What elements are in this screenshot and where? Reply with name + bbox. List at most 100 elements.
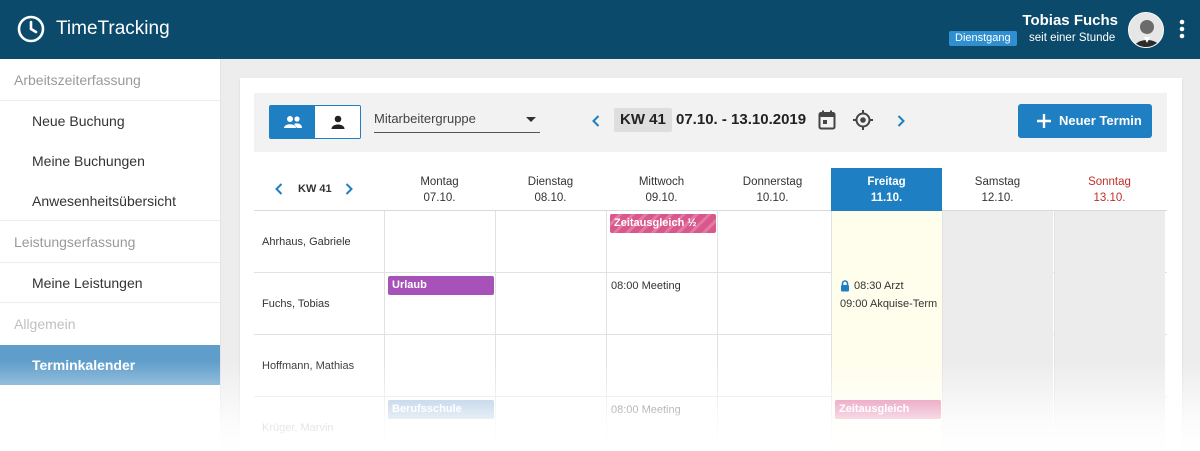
plus-icon bbox=[1037, 114, 1051, 128]
day-cell-weekend[interactable] bbox=[942, 397, 1053, 451]
event-arzt[interactable]: 08:30 Arzt bbox=[854, 280, 904, 292]
day-cell-weekend[interactable] bbox=[942, 335, 1053, 397]
day-date: 09.10. bbox=[645, 192, 678, 204]
day-date: 12.10. bbox=[981, 192, 1014, 204]
event-meeting[interactable]: 08:00 Meeting bbox=[611, 280, 681, 292]
event-meeting[interactable]: 08:00 Meeting bbox=[611, 404, 681, 416]
day-cell-today[interactable] bbox=[831, 335, 942, 397]
day-cell[interactable] bbox=[717, 335, 828, 397]
day-cell-weekend[interactable] bbox=[1054, 273, 1165, 335]
day-cell-weekend[interactable] bbox=[1054, 211, 1165, 273]
event-urlaub[interactable]: Urlaub bbox=[388, 276, 494, 295]
group-view-button[interactable] bbox=[270, 106, 315, 138]
person-icon bbox=[331, 115, 344, 129]
day-cell[interactable]: 08:00 Meeting bbox=[606, 273, 717, 335]
date-range: 07.10. - 13.10.2019 bbox=[676, 111, 807, 128]
next-week-small-icon[interactable] bbox=[345, 183, 353, 195]
sidebar-section-arbeitszeiterfassung: Arbeitszeiterfassung bbox=[0, 59, 220, 101]
employee-name[interactable]: Krüger, Marvin bbox=[262, 422, 334, 434]
day-date: 11.10. bbox=[870, 192, 903, 204]
day-cell[interactable] bbox=[717, 211, 828, 273]
day-header-donnerstag[interactable]: Donnerstag 10.10. bbox=[717, 168, 828, 211]
day-cell-weekend[interactable] bbox=[942, 273, 1053, 335]
lock-icon bbox=[841, 280, 849, 292]
more-vert-icon[interactable] bbox=[1177, 18, 1187, 40]
top-bar: TimeTracking Tobias Fuchs Dienstgang sei… bbox=[0, 0, 1200, 59]
day-cell[interactable]: Berufsschule bbox=[384, 397, 495, 451]
day-date: 07.10. bbox=[423, 192, 456, 204]
day-header-freitag[interactable]: Freitag 11.10. bbox=[831, 168, 942, 211]
day-header-sonntag[interactable]: Sonntag 13.10. bbox=[1054, 168, 1165, 211]
day-cell-weekend[interactable] bbox=[1054, 335, 1165, 397]
day-name: Samstag bbox=[974, 176, 1021, 188]
single-view-button[interactable] bbox=[315, 106, 360, 138]
clock-icon bbox=[17, 15, 45, 43]
employee-name[interactable]: Hoffmann, Mathias bbox=[262, 360, 354, 372]
day-cell[interactable] bbox=[384, 211, 495, 273]
status-time: seit einer Stunde bbox=[1029, 32, 1116, 44]
day-cell-today[interactable]: Zeitausgleich bbox=[831, 397, 942, 451]
calendar-row: Hoffmann, Mathias bbox=[254, 335, 1167, 397]
day-cell[interactable] bbox=[495, 211, 606, 273]
new-appointment-button[interactable]: Neuer Termin bbox=[1018, 104, 1152, 138]
day-date: 08.10. bbox=[534, 192, 567, 204]
sidebar-section-leistungserfassung: Leistungserfassung bbox=[0, 221, 220, 263]
prev-week-icon[interactable] bbox=[592, 115, 600, 127]
day-cell[interactable] bbox=[717, 397, 828, 451]
day-cell[interactable]: 08:00 Meeting bbox=[606, 397, 717, 451]
event-zeitausgleich-half[interactable]: Zeitausgleich ½ bbox=[610, 214, 716, 233]
event-zeitausgleich[interactable]: Zeitausgleich bbox=[835, 400, 941, 419]
day-cell[interactable] bbox=[495, 335, 606, 397]
calendar-grid: KW 41 Montag 07.10. Dienstag 08.10. Mitt… bbox=[254, 168, 1167, 451]
day-cell-today[interactable] bbox=[831, 211, 942, 273]
event-akquise[interactable]: 09:00 Akquise-Term bbox=[840, 298, 941, 310]
sidebar-item-meine-leistungen[interactable]: Meine Leistungen bbox=[0, 263, 220, 303]
user-photo bbox=[1129, 13, 1163, 47]
group-select-value: Mitarbeitergruppe bbox=[374, 111, 476, 126]
main-area: Mitarbeitergruppe KW 41 07.10. - 13.10.2… bbox=[221, 59, 1200, 451]
locate-today-icon[interactable] bbox=[852, 109, 874, 131]
sidebar-item-anwesenheitsuebersicht[interactable]: Anwesenheitsübersicht bbox=[0, 181, 220, 221]
day-cell[interactable] bbox=[717, 273, 828, 335]
day-cell-today[interactable]: 08:30 Arzt 09:00 Akquise-Term bbox=[831, 273, 942, 335]
event-berufsschule[interactable]: Berufsschule bbox=[388, 400, 494, 419]
day-name: Donnerstag bbox=[742, 176, 803, 188]
day-cell-weekend[interactable] bbox=[942, 211, 1053, 273]
calendar-toolbar: Mitarbeitergruppe KW 41 07.10. - 13.10.2… bbox=[254, 93, 1167, 152]
sidebar-item-terminkalender[interactable]: Terminkalender bbox=[0, 345, 220, 385]
view-toggle bbox=[269, 105, 361, 139]
app-title: TimeTracking bbox=[56, 18, 170, 39]
calendar-icon[interactable] bbox=[818, 110, 836, 130]
prev-week-small-icon[interactable] bbox=[275, 183, 283, 195]
next-week-icon[interactable] bbox=[897, 115, 905, 127]
day-cell[interactable] bbox=[606, 335, 717, 397]
day-cell-weekend[interactable] bbox=[1054, 397, 1165, 451]
week-navigator: KW 41 bbox=[254, 168, 384, 211]
day-cell[interactable]: Zeitausgleich ½ bbox=[606, 211, 717, 273]
day-name: Montag bbox=[420, 176, 459, 188]
day-name: Dienstag bbox=[527, 176, 574, 188]
calendar-header-row: KW 41 Montag 07.10. Dienstag 08.10. Mitt… bbox=[254, 168, 1167, 211]
day-cell[interactable] bbox=[495, 397, 606, 451]
group-select[interactable]: Mitarbeitergruppe bbox=[374, 109, 540, 133]
week-badge: KW 41 bbox=[614, 108, 672, 132]
sidebar-item-meine-buchungen[interactable]: Meine Buchungen bbox=[0, 141, 220, 181]
day-cell[interactable] bbox=[384, 335, 495, 397]
day-header-samstag[interactable]: Samstag 12.10. bbox=[942, 168, 1053, 211]
day-header-dienstag[interactable]: Dienstag 08.10. bbox=[495, 168, 606, 211]
day-cell[interactable]: Urlaub bbox=[384, 273, 495, 335]
employee-name[interactable]: Ahrhaus, Gabriele bbox=[262, 236, 351, 248]
day-header-montag[interactable]: Montag 07.10. bbox=[384, 168, 495, 211]
day-date: 10.10. bbox=[756, 192, 789, 204]
employee-name[interactable]: Fuchs, Tobias bbox=[262, 298, 330, 310]
user-name: Tobias Fuchs bbox=[1022, 12, 1118, 29]
sidebar-item-neue-buchung[interactable]: Neue Buchung bbox=[0, 101, 220, 141]
day-header-mittwoch[interactable]: Mittwoch 09.10. bbox=[606, 168, 717, 211]
chevron-down-icon bbox=[526, 117, 536, 122]
day-name: Freitag bbox=[867, 176, 906, 188]
sidebar: Arbeitszeiterfassung Neue Buchung Meine … bbox=[0, 59, 221, 451]
day-cell[interactable] bbox=[495, 273, 606, 335]
sidebar-section-allgemein: Allgemein bbox=[14, 316, 76, 332]
avatar[interactable] bbox=[1128, 12, 1164, 48]
people-icon bbox=[283, 116, 302, 128]
